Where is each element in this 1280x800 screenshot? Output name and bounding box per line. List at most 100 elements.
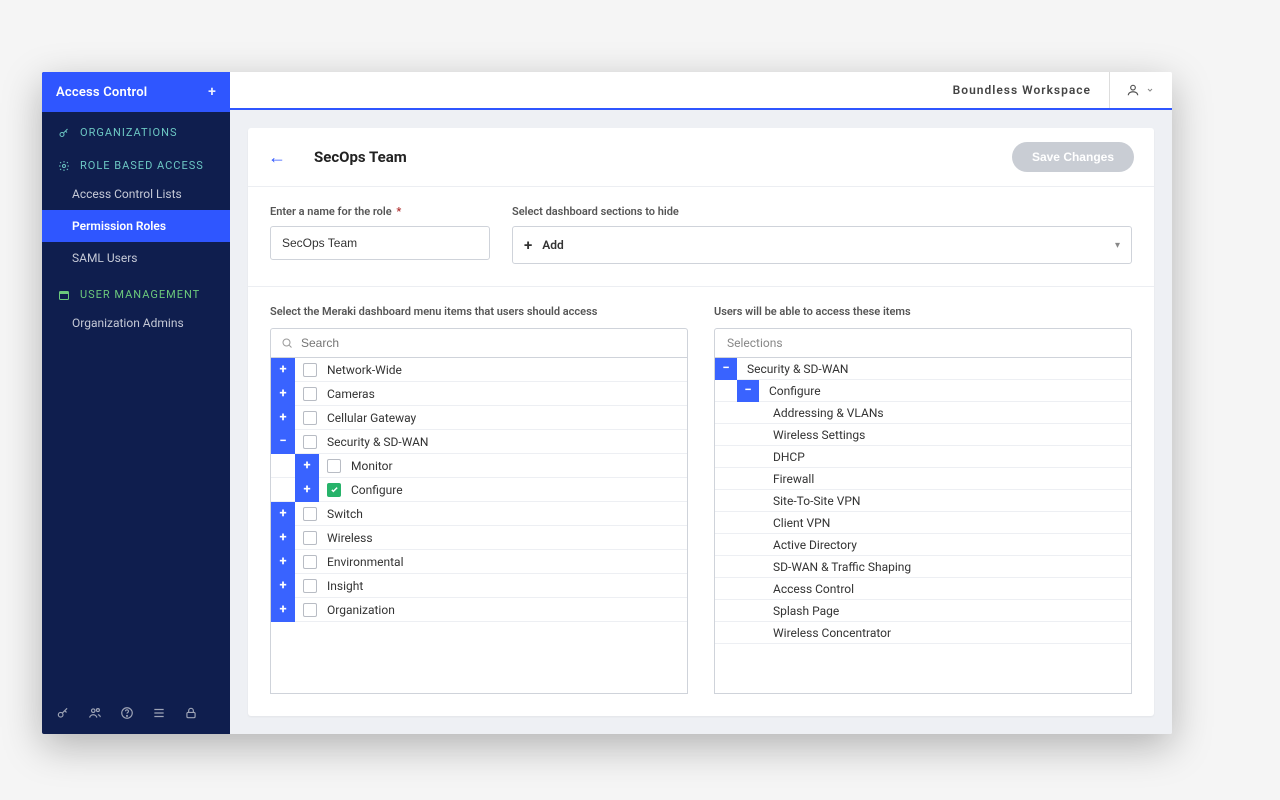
checkbox[interactable] [303, 603, 317, 617]
main: Boundless Workspace ← SecOps Team Save C… [230, 72, 1172, 734]
selection-label: Access Control [759, 582, 864, 596]
menu-tree[interactable]: + Network-Wide + Cameras +Cellular Gateway− S… [270, 358, 688, 694]
tree-label: Insight [325, 579, 363, 593]
sidebar: Access Control + ORGANIZATIONS ROLE BASE… [42, 72, 230, 734]
tree-row[interactable]: + Monitor [271, 454, 687, 478]
sidebar-item-org-admins[interactable]: Organization Admins [42, 307, 230, 339]
collapse-icon[interactable]: − [737, 380, 759, 402]
tree-label: Configure [349, 483, 403, 497]
selections-column-label: Users will be able to access these items [714, 305, 1132, 318]
expand-icon[interactable]: + [271, 550, 295, 574]
expand-icon[interactable]: + [295, 454, 319, 478]
selection-label: SD-WAN & Traffic Shaping [759, 560, 921, 574]
checkbox[interactable] [303, 579, 317, 593]
tree-row[interactable]: +Switch [271, 502, 687, 526]
selection-item[interactable]: Firewall [715, 468, 1131, 490]
expand-icon[interactable]: + [271, 406, 295, 430]
sidebar-header: Access Control + [42, 72, 230, 112]
selection-item[interactable]: Access Control [715, 578, 1131, 600]
selections-header: Selections [714, 328, 1132, 358]
key-icon[interactable] [56, 706, 70, 720]
checkbox[interactable] [303, 411, 317, 425]
hide-sections-group: Select dashboard sections to hide +Add ▾ [512, 205, 1132, 264]
expand-icon[interactable]: + [271, 574, 295, 598]
gear-icon [58, 160, 70, 172]
help-icon[interactable] [120, 706, 134, 720]
checkbox[interactable] [303, 555, 317, 569]
selection-item[interactable]: Active Directory [715, 534, 1131, 556]
checkbox[interactable] [327, 483, 341, 497]
selection-item[interactable]: DHCP [715, 446, 1131, 468]
columns: Select the Meraki dashboard menu items t… [248, 287, 1154, 716]
add-label: Add [542, 238, 564, 252]
selection-label: Client VPN [759, 516, 840, 530]
selection-item[interactable]: SD-WAN & Traffic Shaping [715, 556, 1131, 578]
selection-item[interactable]: Addressing & VLANs [715, 402, 1131, 424]
selections-column: Users will be able to access these items… [714, 305, 1132, 694]
selection-label: Wireless Concentrator [759, 626, 901, 640]
tree-row[interactable]: + Insight [271, 574, 687, 598]
tree-label: Environmental [325, 555, 403, 569]
expand-icon[interactable]: + [271, 382, 295, 406]
sidebar-section-organizations[interactable]: ORGANIZATIONS [42, 112, 230, 145]
selection-item[interactable]: Site-To-Site VPN [715, 490, 1131, 512]
role-name-input[interactable] [270, 226, 490, 260]
expand-icon[interactable]: + [271, 358, 295, 382]
lock-icon[interactable] [184, 706, 198, 720]
add-sections-dropdown[interactable]: +Add ▾ [512, 226, 1132, 264]
selection-group[interactable]: −Security & SD-WAN [715, 358, 1131, 380]
selection-item[interactable]: Splash Page [715, 600, 1131, 622]
selection-item[interactable]: Wireless Concentrator [715, 622, 1131, 644]
add-icon[interactable]: + [208, 84, 216, 100]
tree-row[interactable]: +Organization [271, 598, 687, 622]
tree-label: Cameras [325, 387, 375, 401]
save-changes-button[interactable]: Save Changes [1012, 142, 1134, 172]
sidebar-item-permission-roles[interactable]: Permission Roles [42, 210, 230, 242]
selections-tree[interactable]: −Security & SD-WAN−ConfigureAddressing &… [714, 358, 1132, 694]
tree-row[interactable]: − Security & SD-WAN [271, 430, 687, 454]
page-title: SecOps Team [314, 148, 407, 166]
sidebar-item-acl[interactable]: Access Control Lists [42, 178, 230, 210]
selection-item[interactable]: Client VPN [715, 512, 1131, 534]
selection-subgroup[interactable]: −Configure [715, 380, 1131, 402]
search-input[interactable] [301, 336, 677, 350]
tree-row[interactable]: + Network-Wide [271, 358, 687, 382]
expand-icon[interactable]: + [271, 502, 295, 526]
tree-label: Monitor [349, 459, 393, 473]
tree-row[interactable]: +Cellular Gateway [271, 406, 687, 430]
selection-item[interactable]: Wireless Settings [715, 424, 1131, 446]
checkbox[interactable] [303, 363, 317, 377]
expand-icon[interactable]: + [271, 526, 295, 550]
user-menu[interactable] [1109, 72, 1154, 108]
checkbox[interactable] [303, 507, 317, 521]
tree-row[interactable]: + Environmental [271, 550, 687, 574]
checkbox[interactable] [303, 387, 317, 401]
tree-row[interactable]: + Cameras [271, 382, 687, 406]
selection-label: Splash Page [759, 604, 849, 618]
sidebar-section-rba[interactable]: ROLE BASED ACCESS [42, 145, 230, 178]
panel-header: ← SecOps Team Save Changes [248, 128, 1154, 187]
checkbox[interactable] [303, 531, 317, 545]
sidebar-item-saml-users[interactable]: SAML Users [42, 242, 230, 274]
expand-icon[interactable]: + [271, 598, 295, 622]
tree-label: Network-Wide [325, 363, 402, 377]
plus-icon: + [524, 236, 532, 254]
selection-label: Site-To-Site VPN [759, 494, 870, 508]
tree-row[interactable]: +Wireless [271, 526, 687, 550]
tree-row[interactable]: + Configure [271, 478, 687, 502]
checkbox[interactable] [303, 435, 317, 449]
checkbox[interactable] [327, 459, 341, 473]
back-arrow-icon[interactable]: ← [268, 147, 286, 168]
selection-label: Security & SD-WAN [737, 362, 859, 376]
tree-label: Security & SD-WAN [325, 435, 429, 449]
expand-icon[interactable]: + [295, 478, 319, 502]
section-label: ROLE BASED ACCESS [80, 159, 204, 172]
calendar-icon [58, 289, 70, 301]
users-icon[interactable] [88, 706, 102, 720]
list-icon[interactable] [152, 706, 166, 720]
sidebar-section-usermgmt[interactable]: USER MANAGEMENT [42, 274, 230, 307]
selection-label: Wireless Settings [759, 428, 875, 442]
panel: ← SecOps Team Save Changes Enter a name … [248, 128, 1154, 716]
collapse-icon[interactable]: − [715, 358, 737, 380]
collapse-icon[interactable]: − [271, 430, 295, 454]
